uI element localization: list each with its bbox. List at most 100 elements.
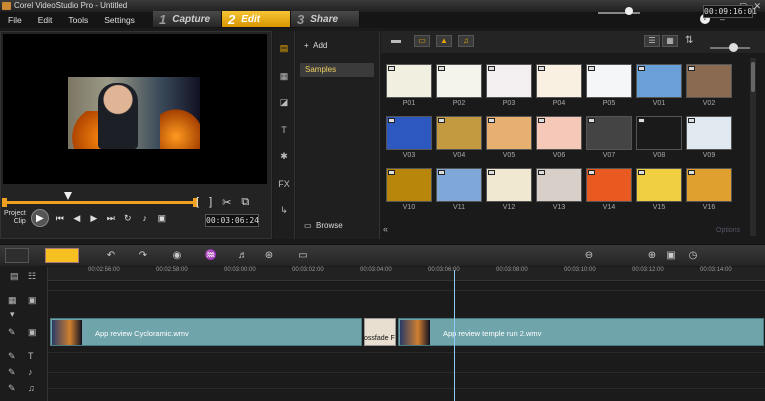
library-thumbnail[interactable]	[686, 64, 732, 98]
split-icon[interactable]: ✂	[222, 196, 231, 209]
library-thumbnail[interactable]	[436, 168, 482, 202]
track-divider	[48, 352, 765, 353]
fit-project-icon[interactable]: ▣	[664, 250, 678, 262]
timeline-zoom-slider[interactable]	[598, 12, 640, 14]
trim-start-handle[interactable]	[2, 198, 7, 207]
menu-tools[interactable]: Tools	[60, 15, 96, 25]
sort-icon[interactable]: ⇅	[685, 35, 693, 46]
ripple-edit-icon[interactable]: ▦	[8, 295, 17, 306]
thumbnail-label: V03	[402, 152, 416, 159]
zoom-in-icon[interactable]: ⊕	[645, 250, 659, 262]
media-icon[interactable]: ▤	[276, 41, 292, 55]
mark-in-icon[interactable]: [	[196, 196, 199, 209]
library-thumbnail[interactable]	[486, 116, 532, 150]
title-track-icon: T	[28, 351, 34, 361]
chapter-icon[interactable]: ☷	[28, 271, 36, 282]
library-thumbnail[interactable]	[486, 168, 532, 202]
instant-project-icon[interactable]: ▦	[276, 69, 292, 83]
library-thumbnail[interactable]	[586, 168, 632, 202]
thumbnail-label: V08	[652, 152, 666, 159]
mode-project[interactable]: Project	[4, 210, 26, 218]
library-thumbnail[interactable]	[386, 116, 432, 150]
thumbnail-label: P04	[552, 100, 566, 107]
ripple-dropdown-icon[interactable]: ▾	[10, 309, 15, 320]
library-thumbnail[interactable]	[436, 116, 482, 150]
title-icon[interactable]: T	[276, 123, 292, 137]
menu-edit[interactable]: Edit	[30, 15, 61, 25]
folder-samples[interactable]: Samples	[300, 63, 374, 77]
transition-icon[interactable]: ◪	[276, 95, 292, 109]
record-capture-icon[interactable]: ◉	[170, 250, 184, 262]
library-thumbnail[interactable]	[386, 168, 432, 202]
step-edit[interactable]: 2 Edit	[222, 11, 291, 27]
media-type-icon	[638, 118, 645, 123]
library-scroll-thumb[interactable]	[751, 62, 755, 92]
show-audio-icon[interactable]: ♫	[458, 35, 474, 47]
timeline-zoom-knob[interactable]	[625, 7, 633, 15]
options-button[interactable]: Options	[716, 227, 740, 234]
voice-lock-icon[interactable]: ✎	[8, 367, 16, 378]
mark-out-icon[interactable]: ]	[209, 196, 212, 209]
hd-preview-icon[interactable]: ▣	[156, 212, 168, 224]
track-divider	[48, 290, 765, 291]
thumbnail-view-icon[interactable]: ▦	[662, 35, 678, 47]
play-icon[interactable]: ▶	[30, 209, 49, 227]
thumbnail-zoom-knob[interactable]	[729, 43, 738, 52]
undo-icon[interactable]: ↶	[104, 250, 118, 262]
library-thumbnail[interactable]	[686, 116, 732, 150]
library-thumbnail[interactable]	[386, 64, 432, 98]
step-share[interactable]: 3 Share	[291, 11, 360, 27]
filter-icon[interactable]: FX	[276, 177, 292, 191]
auto-music-icon[interactable]: ♬	[236, 250, 250, 262]
sound-mixer-icon[interactable]: ♒	[204, 250, 218, 262]
library-thumbnail[interactable]	[436, 64, 482, 98]
music-lock-icon[interactable]: ✎	[8, 383, 16, 394]
timeline-view-icon[interactable]	[45, 248, 79, 263]
library-thumbnail[interactable]	[486, 64, 532, 98]
graphic-icon[interactable]: ✱	[276, 149, 292, 163]
next-frame-icon[interactable]: ▶	[88, 212, 100, 224]
subtitle-editor-icon[interactable]: ▭	[296, 250, 310, 262]
library-thumbnail[interactable]	[536, 64, 582, 98]
library-thumbnail[interactable]	[536, 116, 582, 150]
list-view-icon[interactable]: ☰	[644, 35, 660, 47]
thumbnail-label: P01	[402, 100, 416, 107]
timeline-ruler[interactable]: 00:02:56:00 00:02:58:00 00:03:00:00 00:03:0…	[48, 267, 765, 281]
previous-frame-icon[interactable]: ◀	[71, 212, 83, 224]
playhead[interactable]	[454, 270, 455, 401]
storyboard-view-icon[interactable]	[5, 248, 29, 263]
video-clip[interactable]: App review temple run 2.wmv	[398, 318, 764, 346]
browse-button[interactable]: ▭ Browse	[304, 221, 343, 230]
folder-icon[interactable]: ▬	[391, 35, 401, 46]
library-thumbnail[interactable]	[586, 64, 632, 98]
home-icon[interactable]: ⏮	[54, 212, 66, 224]
zoom-out-icon[interactable]: ⊖	[582, 250, 596, 262]
redo-icon[interactable]: ↷	[136, 250, 150, 262]
show-photos-icon[interactable]: ▲	[436, 35, 452, 47]
library-thumbnail[interactable]	[586, 116, 632, 150]
motion-tracking-icon[interactable]: ⊛	[262, 250, 276, 262]
menu-file[interactable]: File	[0, 15, 30, 25]
lock-icon[interactable]: ✎	[8, 327, 16, 338]
library-thumbnail[interactable]	[536, 168, 582, 202]
library-thumbnails: P01 P02 P03 P04 P05 V01 V02 V03 V04 V05 V06 V07 V08 V…	[386, 58, 746, 236]
link-icon[interactable]: ✎	[8, 351, 16, 362]
step-capture[interactable]: 1 Capture	[153, 11, 222, 27]
video-clip[interactable]: App review Cycloramic.wmv	[50, 318, 362, 346]
library-thumbnail[interactable]	[636, 116, 682, 150]
add-folder-button[interactable]: + Add	[304, 41, 327, 50]
enlarge-icon[interactable]: ⧉	[241, 196, 249, 209]
repeat-icon[interactable]: ↻	[122, 212, 134, 224]
show-videos-icon[interactable]: ▭	[414, 35, 430, 47]
path-icon[interactable]: ↳	[276, 203, 292, 217]
library-thumbnail[interactable]	[686, 168, 732, 202]
track-manager-icon[interactable]: ▤	[10, 271, 19, 282]
preview-timecode[interactable]: 00:03:06:24	[205, 214, 259, 227]
library-navigation: + Add Samples ▭ Browse	[296, 31, 380, 239]
volume-icon[interactable]: ♪	[139, 212, 151, 224]
mode-clip[interactable]: Clip	[4, 218, 26, 226]
end-icon[interactable]: ⏭	[105, 212, 117, 224]
library-thumbnail[interactable]	[636, 64, 682, 98]
library-thumbnail[interactable]	[636, 168, 682, 202]
menu-settings[interactable]: Settings	[96, 15, 143, 25]
